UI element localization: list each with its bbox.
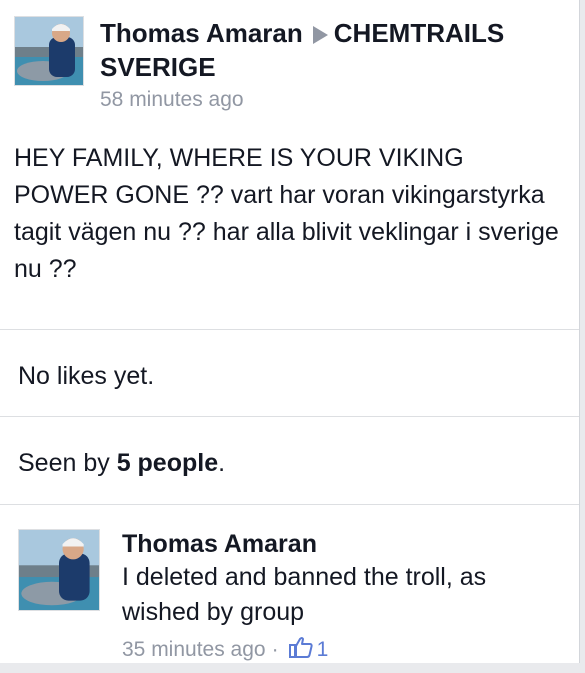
- comment-author-name[interactable]: Thomas Amaran: [122, 528, 562, 560]
- comment-meta: 35 minutes ago · 1: [122, 636, 562, 664]
- seen-by-prefix: Seen by: [18, 449, 117, 477]
- post-header-text: Thomas Amaran CHEMTRAILS SVERIGE 58 minut…: [100, 16, 560, 112]
- comment-author-avatar[interactable]: [18, 529, 100, 611]
- page-bottom-edge: [0, 663, 585, 673]
- seen-by-summary[interactable]: Seen by 5 people.: [18, 449, 225, 478]
- seen-by-suffix: .: [218, 449, 226, 477]
- comment-text: I deleted and banned the troll, as wishe…: [122, 563, 487, 626]
- thumbs-up-icon[interactable]: [288, 636, 313, 664]
- post-timestamp[interactable]: 58 minutes ago: [100, 88, 560, 112]
- divider: [0, 504, 579, 505]
- seen-by-count[interactable]: 5 people: [117, 449, 218, 477]
- author-name[interactable]: Thomas Amaran: [100, 18, 303, 48]
- likes-summary: No likes yet.: [18, 362, 155, 390]
- meta-separator: ·: [271, 638, 279, 661]
- comment: Thomas Amaran I deleted and banned the t…: [122, 528, 562, 664]
- author-avatar[interactable]: [14, 16, 84, 86]
- post-card: Thomas Amaran CHEMTRAILS SVERIGE 58 minut…: [0, 0, 580, 673]
- divider: [0, 329, 579, 330]
- comment-like-count[interactable]: 1: [317, 638, 329, 662]
- avatar-photo: [15, 17, 83, 85]
- post-body: HEY FAMILY, WHERE IS YOUR VIKING POWER G…: [14, 144, 559, 283]
- avatar-photo: [19, 530, 99, 610]
- right-arrow-icon: [312, 26, 328, 45]
- divider: [0, 416, 579, 417]
- comment-timestamp[interactable]: 35 minutes ago: [122, 638, 266, 662]
